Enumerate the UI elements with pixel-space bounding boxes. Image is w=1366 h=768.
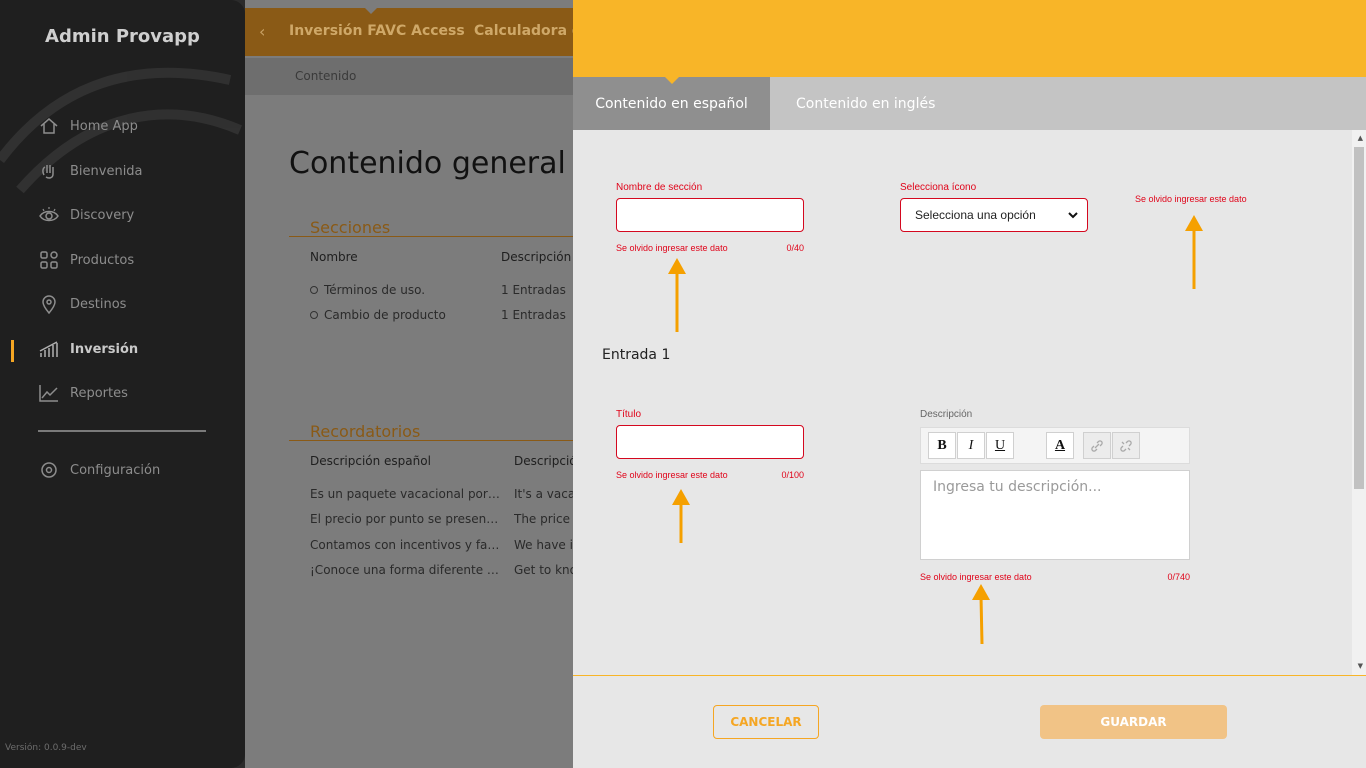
text-color-button[interactable]: A xyxy=(1046,432,1074,459)
description-counter: 0/740 xyxy=(1167,572,1190,582)
tab-notch xyxy=(365,8,377,14)
sidebar-divider xyxy=(38,430,206,432)
sidebar-item-destinos[interactable]: Destinos xyxy=(38,292,126,316)
sidebar-item-label: Inversión xyxy=(70,341,139,357)
breadcrumb-item[interactable]: Contenido xyxy=(295,69,356,83)
sidebar-item-reportes[interactable]: Reportes xyxy=(38,381,128,405)
icon-select-label: Selecciona ícono xyxy=(900,182,977,193)
section-title-secciones: Secciones xyxy=(310,218,391,237)
italic-button[interactable]: I xyxy=(957,432,985,459)
sidebar-item-configuracion[interactable]: Configuración xyxy=(38,458,160,482)
sidebar-item-label: Home App xyxy=(70,118,138,134)
line-chart-icon xyxy=(38,382,60,404)
column-header: Descripción xyxy=(501,250,572,264)
sidebar: Admin Provapp Home App Bienvenida Discov… xyxy=(0,0,245,768)
icon-select[interactable]: Selecciona una opción xyxy=(900,198,1088,232)
scrollbar-thumb[interactable] xyxy=(1354,147,1364,489)
description-editor[interactable]: Ingresa tu descripción... xyxy=(920,470,1190,560)
sidebar-item-label: Discovery xyxy=(70,207,135,223)
brand-title: Admin Provapp xyxy=(45,26,200,47)
section-divider xyxy=(289,440,589,441)
save-button[interactable]: GUARDAR xyxy=(1040,705,1227,739)
table-cell: We have in xyxy=(514,538,581,552)
table-cell[interactable]: ¡Conoce una forma diferente … xyxy=(310,563,500,577)
sidebar-item-productos[interactable]: Productos xyxy=(38,248,134,272)
table-cell: It's a vaca xyxy=(514,487,576,501)
icon-select-error: Se olvido ingresar este dato xyxy=(1135,194,1247,204)
section-name-label: Nombre de sección xyxy=(616,182,703,193)
eye-icon xyxy=(38,204,60,226)
entry-title: Entrada 1 xyxy=(602,347,671,363)
bold-button[interactable]: B xyxy=(928,432,956,459)
gear-icon xyxy=(38,459,60,481)
bar-chart-icon xyxy=(38,338,60,360)
panel-header xyxy=(573,0,1366,77)
table-row[interactable]: Cambio de producto xyxy=(310,308,446,322)
column-header: Nombre xyxy=(310,250,358,264)
scroll-down-icon[interactable]: ▼ xyxy=(1358,662,1363,670)
sidebar-item-home[interactable]: Home App xyxy=(38,114,138,138)
link-icon[interactable] xyxy=(1083,432,1111,459)
home-icon xyxy=(38,115,60,137)
chevron-down-icon xyxy=(1068,212,1078,219)
scroll-up-icon[interactable]: ▲ xyxy=(1358,134,1363,142)
title-input[interactable] xyxy=(616,425,804,459)
annotation-arrow-up-icon xyxy=(972,584,990,645)
sidebar-item-label: Destinos xyxy=(70,296,127,312)
table-cell: 1 Entradas xyxy=(501,283,566,297)
page-title: Contenido general xyxy=(289,146,566,181)
radio-icon xyxy=(310,286,318,294)
annotation-arrow-up-icon xyxy=(1185,215,1203,289)
tab-pointer xyxy=(665,77,679,84)
sidebar-item-label: Productos xyxy=(70,252,135,268)
title-error: Se olvido ingresar este dato xyxy=(616,470,728,480)
version-text: Versión: 0.0.9-dev xyxy=(5,743,87,753)
underline-button[interactable]: U xyxy=(986,432,1014,459)
language-tabs: Contenido en español Contenido en inglés xyxy=(573,77,1366,130)
tab-english-content[interactable]: Contenido en inglés xyxy=(770,77,935,130)
section-divider xyxy=(289,236,589,237)
rich-text-toolbar: B I U A xyxy=(920,427,1190,464)
annotation-arrow-up-icon xyxy=(672,489,690,543)
table-cell[interactable]: Es un paquete vacacional por… xyxy=(310,487,500,501)
annotation-arrow-up-icon xyxy=(668,258,686,332)
wave-hand-icon xyxy=(38,160,60,182)
table-row[interactable]: Términos de uso. xyxy=(310,283,425,297)
chevron-left-icon[interactable]: ‹ xyxy=(259,22,265,41)
sidebar-item-inversion[interactable]: Inversión xyxy=(38,337,138,361)
sidebar-item-label: Configuración xyxy=(70,462,161,478)
edit-section-panel: Contenido en español Contenido en inglés… xyxy=(573,0,1366,768)
active-indicator xyxy=(11,340,14,362)
sidebar-item-label: Bienvenida xyxy=(70,163,143,179)
section-title-recordatorios: Recordatorios xyxy=(310,422,421,441)
section-name-input[interactable] xyxy=(616,198,804,232)
description-label: Descripción xyxy=(920,409,973,420)
radio-icon xyxy=(310,311,318,319)
table-cell[interactable]: Contamos con incentivos y fa… xyxy=(310,538,500,552)
sidebar-item-label: Reportes xyxy=(70,385,128,401)
description-error: Se olvido ingresar este dato xyxy=(920,572,1032,582)
grid-icon xyxy=(38,249,60,271)
title-label: Título xyxy=(616,409,642,420)
sidebar-item-discovery[interactable]: Discovery xyxy=(38,203,134,227)
table-cell: 1 Entradas xyxy=(501,308,566,322)
table-cell: The price p xyxy=(514,512,582,526)
tab-spanish-content[interactable]: Contenido en español xyxy=(573,77,770,130)
table-cell[interactable]: El precio por punto se presen… xyxy=(310,512,500,526)
column-header: Descripción español xyxy=(310,454,431,468)
section-name-error: Se olvido ingresar este dato xyxy=(616,243,728,253)
tab-inversion-favc[interactable]: Inversión FAVC Access xyxy=(289,23,465,39)
sidebar-item-bienvenida[interactable]: Bienvenida xyxy=(38,159,143,183)
section-name-counter: 0/40 xyxy=(786,243,804,253)
location-pin-icon xyxy=(38,293,60,315)
title-counter: 0/100 xyxy=(781,470,804,480)
table-cell: Get to kno xyxy=(514,563,577,577)
unlink-icon[interactable] xyxy=(1112,432,1140,459)
cancel-button[interactable]: CANCELAR xyxy=(713,705,819,739)
footer-divider xyxy=(573,675,1366,676)
